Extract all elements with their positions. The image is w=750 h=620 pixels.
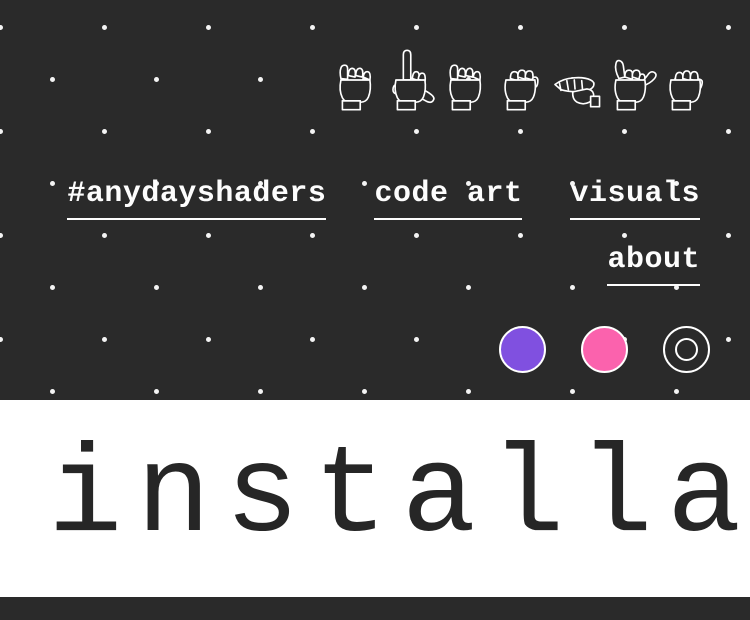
hand-sign-s-icon: [662, 34, 714, 126]
hand-sign-a-icon: [497, 34, 549, 126]
nav-link-anydayshaders[interactable]: #anydayshaders: [67, 176, 327, 220]
grid-dot: [257, 388, 263, 394]
hand-sign-g-icon: [552, 34, 604, 126]
grid-dot: [0, 24, 3, 30]
grid-dot: [725, 336, 731, 342]
grid-dot: [0, 128, 3, 134]
swatch-ring[interactable]: [663, 326, 710, 373]
grid-dot: [569, 388, 575, 394]
hand-sign-i-2-icon: [442, 34, 494, 126]
grid-dot: [153, 388, 159, 394]
grid-dot: [413, 336, 419, 342]
grid-dot: [101, 24, 107, 30]
grid-dot: [0, 336, 3, 342]
grid-dot: [361, 388, 367, 394]
page-title: installation: [48, 428, 750, 568]
page-root: #anydayshaders code art visuals about in…: [0, 0, 750, 620]
swatch-purple[interactable]: [499, 326, 546, 373]
site-header: #anydayshaders code art visuals about: [0, 0, 750, 400]
grid-dot: [309, 336, 315, 342]
grid-dot: [309, 24, 315, 30]
grid-dot: [101, 336, 107, 342]
hand-sign-l-icon: [387, 34, 439, 126]
grid-dot: [465, 388, 471, 394]
swatch-pink[interactable]: [581, 326, 628, 373]
grid-dot: [257, 76, 263, 82]
nav-link-visuals[interactable]: visuals: [570, 176, 700, 220]
swatch-ring-inner: [675, 338, 698, 361]
grid-dot: [49, 388, 55, 394]
grid-dot: [673, 388, 679, 394]
nav-row-secondary: about: [0, 242, 700, 286]
grid-dot: [101, 128, 107, 134]
grid-dot: [517, 24, 523, 30]
grid-dot: [725, 24, 731, 30]
grid-dot: [205, 336, 211, 342]
grid-dot: [725, 128, 731, 134]
asl-fingerspelling-banner: [332, 34, 722, 126]
grid-dot: [517, 128, 523, 134]
grid-dot: [205, 24, 211, 30]
grid-dot: [621, 24, 627, 30]
grid-dot: [621, 128, 627, 134]
color-swatch-group: [499, 326, 710, 373]
grid-dot: [153, 76, 159, 82]
main-navigation: #anydayshaders code art visuals about: [0, 176, 750, 286]
hand-sign-i-icon: [332, 34, 384, 126]
grid-dot: [413, 24, 419, 30]
hand-sign-y-icon: [607, 34, 659, 126]
nav-link-about[interactable]: about: [607, 242, 700, 286]
nav-row-primary: #anydayshaders code art visuals: [0, 176, 700, 220]
grid-dot: [309, 128, 315, 134]
grid-dot: [205, 128, 211, 134]
bottom-bar: [0, 597, 750, 620]
grid-dot: [413, 128, 419, 134]
grid-dot: [49, 76, 55, 82]
nav-link-code-art[interactable]: code art: [374, 176, 523, 220]
